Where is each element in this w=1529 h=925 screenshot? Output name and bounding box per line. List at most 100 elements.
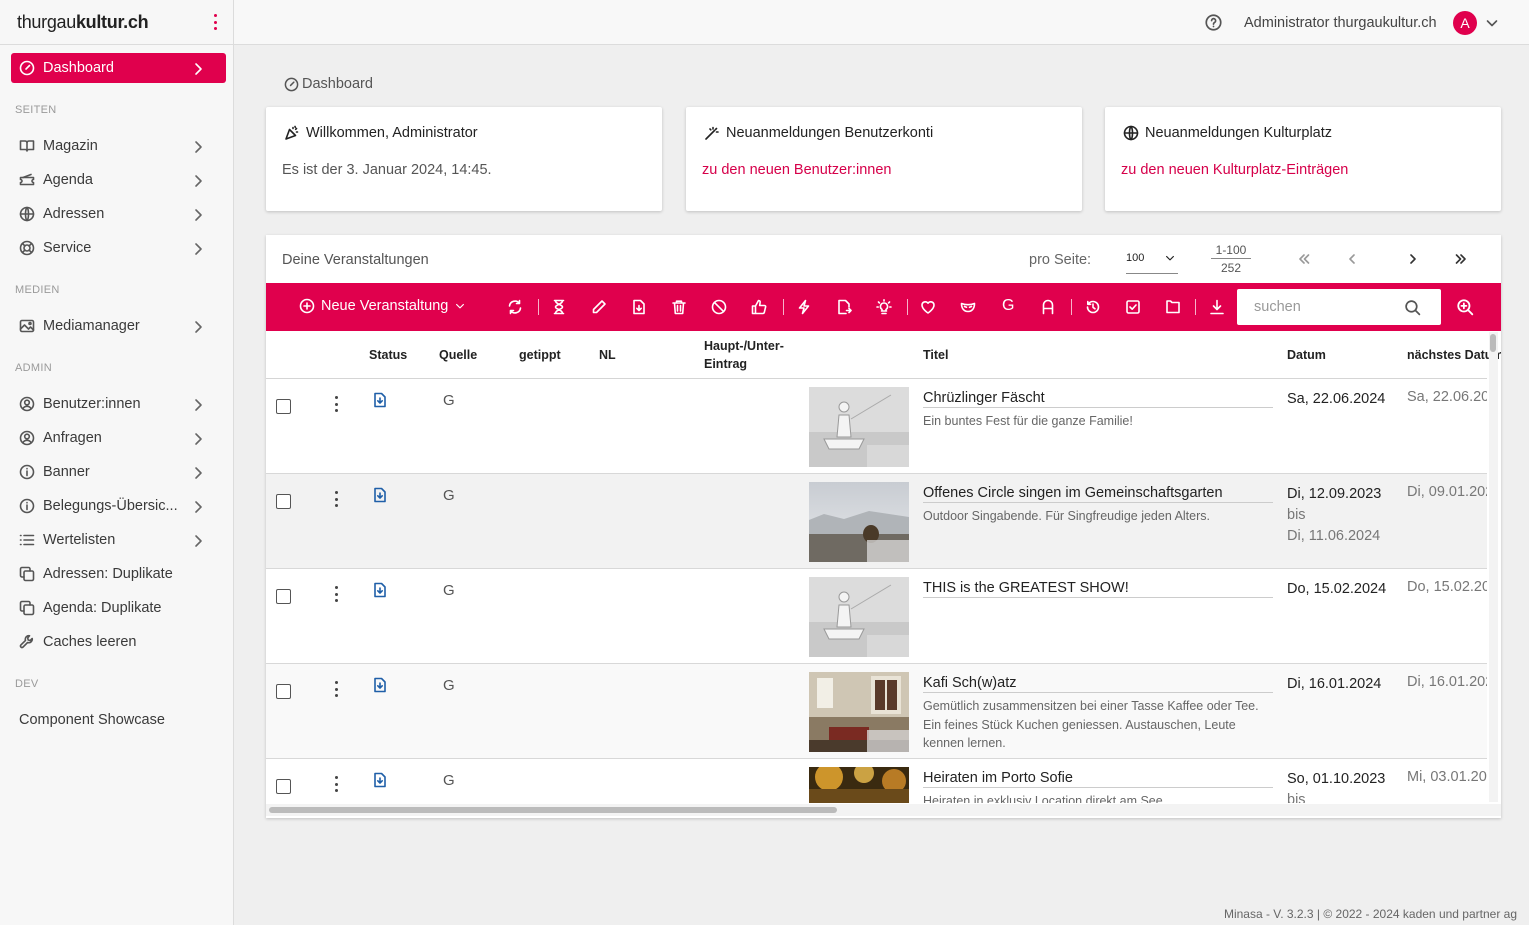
col-status[interactable]: Status bbox=[369, 348, 407, 362]
row-menu-icon[interactable] bbox=[335, 776, 338, 792]
file-import-icon[interactable] bbox=[372, 677, 388, 693]
prev-page-icon[interactable] bbox=[1344, 251, 1360, 267]
event-thumbnail-placeholder[interactable] bbox=[809, 387, 909, 467]
col-titel[interactable]: Titel bbox=[923, 348, 948, 362]
first-page-icon[interactable] bbox=[1296, 251, 1312, 267]
file-download-icon[interactable] bbox=[631, 299, 647, 315]
event-description: Heiraten in exklusiv Location direkt am … bbox=[923, 794, 1163, 803]
last-page-icon[interactable] bbox=[1453, 251, 1469, 267]
event-title[interactable]: THIS is the GREATEST SHOW! bbox=[923, 580, 1273, 598]
trash-icon[interactable] bbox=[671, 299, 687, 315]
history-icon[interactable] bbox=[1085, 299, 1101, 315]
row-quelle: G bbox=[443, 677, 455, 694]
breadcrumb-label[interactable]: Dashboard bbox=[302, 76, 373, 92]
col-haupt-line1[interactable]: Haupt-/Unter- bbox=[704, 339, 784, 353]
help-icon[interactable] bbox=[1205, 14, 1222, 31]
row-checkbox[interactable] bbox=[276, 779, 291, 794]
download-icon[interactable] bbox=[1209, 299, 1225, 315]
sidebar-item-wertelisten[interactable]: Wertelisten bbox=[11, 525, 226, 555]
sidebar-item-service[interactable]: Service bbox=[11, 233, 226, 263]
chevron-right-icon bbox=[195, 243, 202, 255]
file-import-icon[interactable] bbox=[372, 487, 388, 503]
horizontal-scrollbar[interactable] bbox=[266, 804, 1501, 816]
heart-icon[interactable] bbox=[920, 299, 936, 315]
file-import-icon[interactable] bbox=[372, 582, 388, 598]
new-event-button[interactable]: Neue Veranstaltung bbox=[299, 298, 472, 314]
col-nl[interactable]: NL bbox=[599, 348, 616, 362]
folder-icon[interactable] bbox=[1165, 299, 1181, 315]
hourglass-icon[interactable] bbox=[551, 299, 567, 315]
sidebar-item-showcase[interactable]: Component Showcase bbox=[11, 705, 226, 735]
sidebar-item-adressen-duplikate[interactable]: Adressen: Duplikate bbox=[11, 559, 226, 589]
event-thumbnail[interactable] bbox=[809, 767, 909, 803]
next-page-icon[interactable] bbox=[1405, 251, 1421, 267]
sidebar-item-belegung[interactable]: Belegungs-Übersic... bbox=[11, 491, 226, 521]
col-datum[interactable]: Datum bbox=[1287, 348, 1326, 362]
col-haupt-line2[interactable]: Eintrag bbox=[704, 357, 747, 371]
event-title[interactable]: Offenes Circle singen im Gemeinschaftsga… bbox=[923, 485, 1273, 503]
event-title[interactable]: Kafi Sch(w)atz bbox=[923, 675, 1273, 693]
sidebar-item-label: Benutzer:innen bbox=[43, 396, 141, 412]
avatar[interactable]: A bbox=[1453, 11, 1477, 35]
sidebar-item-benutzer[interactable]: Benutzer:innen bbox=[11, 389, 226, 419]
sidebar-item-anfragen[interactable]: Anfragen bbox=[11, 423, 226, 453]
sidebar-item-magazin[interactable]: Magazin bbox=[11, 131, 226, 161]
user-name[interactable]: Administrator thurgaukultur.ch bbox=[1244, 15, 1437, 31]
sidebar-item-label: Belegungs-Übersic... bbox=[43, 498, 178, 514]
file-export-icon[interactable] bbox=[836, 299, 852, 315]
event-next-date: Mi, 03.01.2024 bbox=[1407, 769, 1487, 785]
pencil-icon[interactable] bbox=[591, 299, 607, 315]
search-box bbox=[1237, 289, 1441, 325]
sidebar-item-adressen[interactable]: Adressen bbox=[11, 199, 226, 229]
sidebar-item-banner[interactable]: Banner bbox=[11, 457, 226, 487]
eye-icon bbox=[867, 635, 909, 657]
sidebar-item-mediamanager[interactable]: Mediamanager bbox=[11, 311, 226, 341]
row-checkbox[interactable] bbox=[276, 684, 291, 699]
app-menu-icon[interactable] bbox=[208, 12, 222, 32]
search-input[interactable] bbox=[1237, 289, 1387, 325]
new-kulturplatz-link[interactable]: zu den neuen Kulturplatz-Einträgen bbox=[1121, 162, 1348, 178]
table-row[interactable]: G Kafi Sch(w)atz Gemütlich zusammensitze… bbox=[266, 664, 1487, 759]
table-row[interactable]: G THIS is the GREATEST SHOW! Do, 15.02.2… bbox=[266, 569, 1487, 664]
col-next-date[interactable]: nächstes Datum bbox=[1407, 348, 1501, 362]
refresh-icon[interactable] bbox=[507, 299, 523, 315]
block-icon[interactable] bbox=[711, 299, 727, 315]
table-row[interactable]: G Offenes Circle singen im Gemeinschafts… bbox=[266, 474, 1487, 569]
search-icon[interactable] bbox=[1404, 299, 1421, 316]
thumbs-up-icon[interactable] bbox=[751, 299, 767, 315]
sidebar-item-dashboard[interactable]: Dashboard bbox=[11, 53, 226, 83]
mask-icon[interactable] bbox=[960, 299, 976, 315]
event-title[interactable]: Chrüzlinger Fäscht bbox=[923, 390, 1273, 408]
row-menu-icon[interactable] bbox=[335, 491, 338, 507]
col-getippt[interactable]: getippt bbox=[519, 348, 561, 362]
per-page-select[interactable]: 100 bbox=[1126, 246, 1178, 274]
sidebar-item-agenda[interactable]: Agenda bbox=[11, 165, 226, 195]
bulb-icon[interactable] bbox=[876, 299, 892, 315]
row-checkbox[interactable] bbox=[276, 399, 291, 414]
table-row[interactable]: G Heiraten im Porto Sofie Heiraten in ex… bbox=[266, 759, 1487, 803]
lightning-icon[interactable] bbox=[796, 299, 812, 315]
row-menu-icon[interactable] bbox=[335, 396, 338, 412]
table-row[interactable]: G Chrüzlinger Fäscht Ein buntes Fest für… bbox=[266, 379, 1487, 474]
row-menu-icon[interactable] bbox=[335, 681, 338, 697]
row-checkbox[interactable] bbox=[276, 589, 291, 604]
event-title[interactable]: Heiraten im Porto Sofie bbox=[923, 770, 1273, 788]
sidebar-item-caches[interactable]: Caches leeren bbox=[11, 627, 226, 657]
new-users-link[interactable]: zu den neuen Benutzer:innen bbox=[702, 162, 891, 178]
event-thumbnail[interactable] bbox=[809, 482, 909, 562]
row-menu-icon[interactable] bbox=[335, 586, 338, 602]
checkbox-icon[interactable] bbox=[1125, 299, 1141, 315]
file-import-icon[interactable] bbox=[372, 392, 388, 408]
row-checkbox[interactable] bbox=[276, 494, 291, 509]
chevron-down-icon[interactable] bbox=[1484, 15, 1500, 31]
logo[interactable]: thurgaukultur.ch bbox=[17, 12, 149, 33]
zoom-in-icon[interactable] bbox=[1456, 298, 1474, 316]
file-import-icon[interactable] bbox=[372, 772, 388, 788]
event-thumbnail[interactable] bbox=[809, 672, 909, 752]
vertical-scrollbar[interactable] bbox=[1489, 332, 1498, 802]
g-filter-button[interactable]: G bbox=[1002, 297, 1014, 315]
event-thumbnail-placeholder[interactable] bbox=[809, 577, 909, 657]
letter-a-icon[interactable] bbox=[1040, 299, 1056, 315]
sidebar-item-agenda-duplikate[interactable]: Agenda: Duplikate bbox=[11, 593, 226, 623]
col-quelle[interactable]: Quelle bbox=[439, 348, 477, 362]
